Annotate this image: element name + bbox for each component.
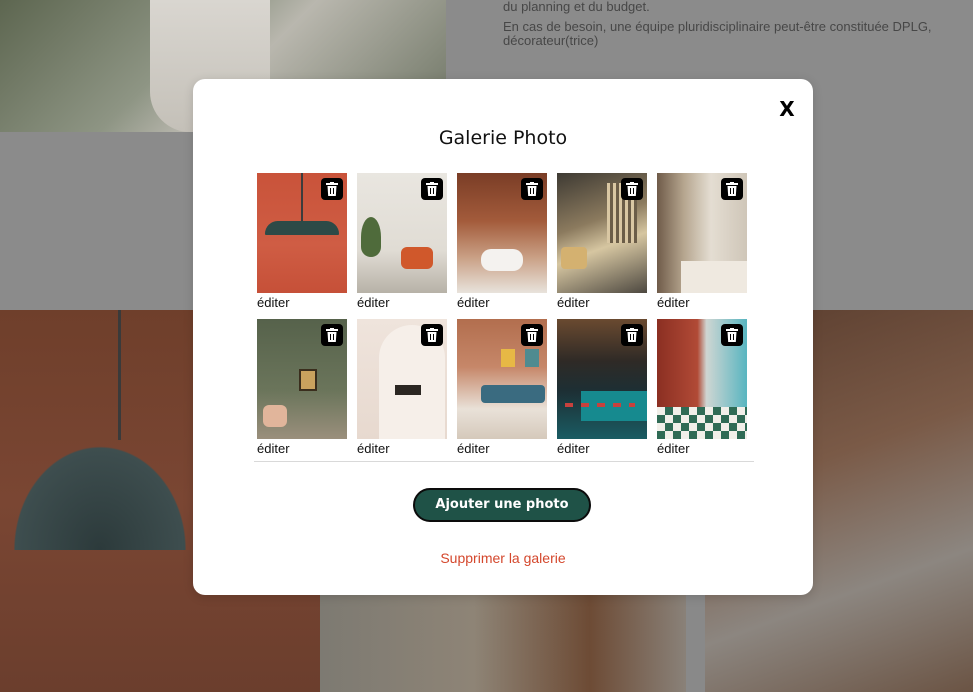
photo-thumbnail[interactable] xyxy=(257,173,347,293)
photo-tile: éditer xyxy=(357,319,447,457)
trash-icon[interactable] xyxy=(421,324,443,346)
photo-tile: éditer xyxy=(257,319,347,457)
background-text: du planning et du budget. En cas de beso… xyxy=(503,0,973,54)
background-paragraph: En cas de besoin, une équipe pluridiscip… xyxy=(503,19,932,48)
photo-grid: éditer éditer éditer éditer éditer édite… xyxy=(257,173,753,457)
trash-icon[interactable] xyxy=(321,324,343,346)
add-photo-button[interactable]: Ajouter une photo xyxy=(413,488,591,522)
photo-tile: éditer xyxy=(457,173,547,311)
photo-tile: éditer xyxy=(357,173,447,311)
edit-link[interactable]: éditer xyxy=(257,441,347,457)
photo-thumbnail[interactable] xyxy=(357,173,447,293)
background-paragraph: du planning et du budget. xyxy=(503,0,650,14)
edit-link[interactable]: éditer xyxy=(357,295,447,311)
trash-icon[interactable] xyxy=(621,178,643,200)
edit-link[interactable]: éditer xyxy=(657,441,747,457)
photo-thumbnail[interactable] xyxy=(457,319,547,439)
photo-tile: éditer xyxy=(657,319,747,457)
trash-icon[interactable] xyxy=(421,178,443,200)
delete-gallery-link[interactable]: Supprimer la galerie xyxy=(193,550,813,566)
edit-link[interactable]: éditer xyxy=(457,295,547,311)
trash-icon[interactable] xyxy=(621,324,643,346)
photo-thumbnail[interactable] xyxy=(557,173,647,293)
photo-thumbnail[interactable] xyxy=(657,319,747,439)
photo-gallery-modal: X Galerie Photo éditer éditer éditer édi… xyxy=(193,79,813,595)
edit-link[interactable]: éditer xyxy=(257,295,347,311)
background-photo-living xyxy=(320,595,705,692)
photo-thumbnail[interactable] xyxy=(557,319,647,439)
photo-thumbnail[interactable] xyxy=(457,173,547,293)
photo-thumbnail[interactable] xyxy=(257,319,347,439)
photo-thumbnail[interactable] xyxy=(657,173,747,293)
photo-thumbnail[interactable] xyxy=(357,319,447,439)
photo-tile: éditer xyxy=(457,319,547,457)
edit-link[interactable]: éditer xyxy=(457,441,547,457)
trash-icon[interactable] xyxy=(321,178,343,200)
edit-link[interactable]: éditer xyxy=(557,295,647,311)
trash-icon[interactable] xyxy=(721,324,743,346)
close-button[interactable]: X xyxy=(776,96,798,122)
divider xyxy=(254,461,754,462)
photo-tile: éditer xyxy=(657,173,747,311)
photo-tile: éditer xyxy=(557,173,647,311)
trash-icon[interactable] xyxy=(721,178,743,200)
modal-title: Galerie Photo xyxy=(438,127,568,149)
edit-link[interactable]: éditer xyxy=(357,441,447,457)
trash-icon[interactable] xyxy=(521,178,543,200)
trash-icon[interactable] xyxy=(521,324,543,346)
edit-link[interactable]: éditer xyxy=(657,295,747,311)
edit-link[interactable]: éditer xyxy=(557,441,647,457)
photo-tile: éditer xyxy=(557,319,647,457)
photo-tile: éditer xyxy=(257,173,347,311)
